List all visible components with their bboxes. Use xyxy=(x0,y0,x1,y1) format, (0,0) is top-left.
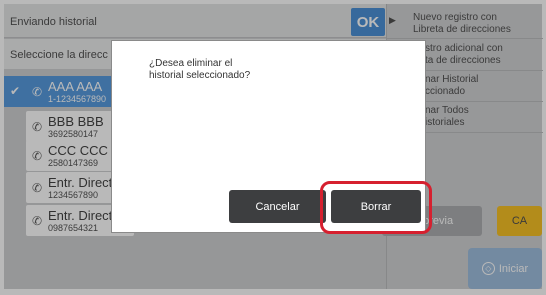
screen: Enviando historial OK Seleccione la dire… xyxy=(0,0,546,295)
cancel-button[interactable]: Cancelar xyxy=(229,190,326,223)
dialog-message-line2: historial seleccionado? xyxy=(149,70,251,81)
dialog-message-line1: ¿Desea eliminar el xyxy=(149,58,233,69)
highlight-frame xyxy=(320,181,432,234)
dialog-message: ¿Desea eliminar el historial seleccionad… xyxy=(149,58,349,82)
